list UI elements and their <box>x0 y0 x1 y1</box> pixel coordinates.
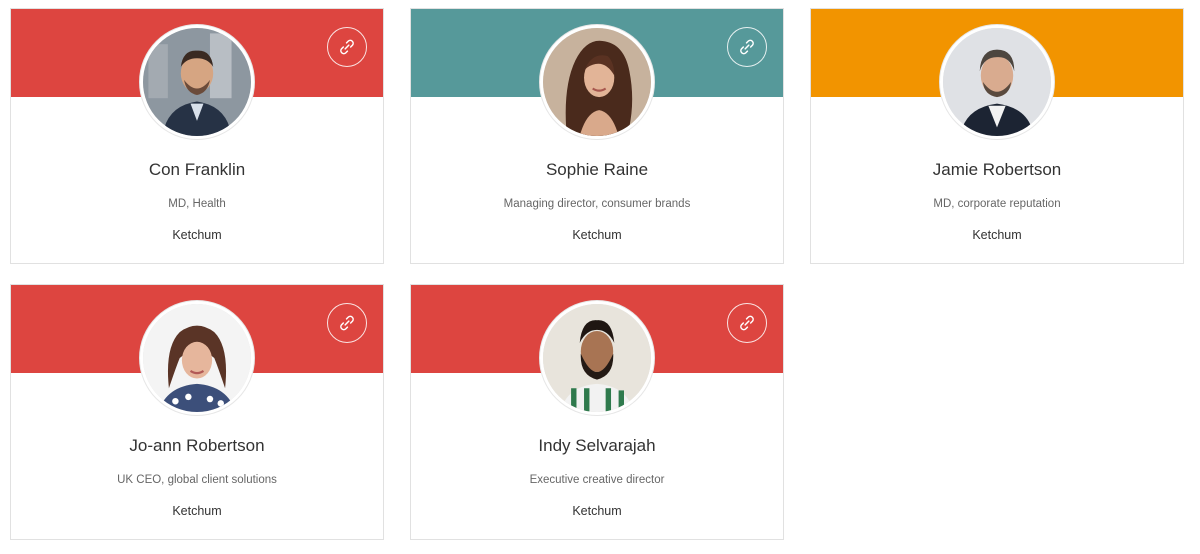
member-company: Ketchum <box>572 228 622 242</box>
avatar <box>140 301 254 415</box>
avatar <box>140 25 254 139</box>
team-card[interactable]: Con Franklin MD, Health Ketchum <box>10 8 384 264</box>
link-button[interactable] <box>727 27 767 67</box>
link-button[interactable] <box>327 303 367 343</box>
member-role: MD, Health <box>168 198 226 210</box>
avatar <box>940 25 1054 139</box>
team-card[interactable]: Jamie Robertson MD, corporate reputation… <box>810 8 1184 264</box>
member-role: UK CEO, global client solutions <box>117 474 277 486</box>
team-card[interactable]: Sophie Raine Managing director, consumer… <box>410 8 784 264</box>
team-card[interactable]: Indy Selvarajah Executive creative direc… <box>410 284 784 540</box>
member-name: Jo-ann Robertson <box>129 436 265 455</box>
member-role: Executive creative director <box>529 474 665 486</box>
member-company: Ketchum <box>972 228 1022 242</box>
link-icon <box>340 39 354 55</box>
member-name: Indy Selvarajah <box>538 436 656 455</box>
member-company: Ketchum <box>172 228 222 242</box>
link-icon <box>740 315 754 331</box>
link-icon <box>340 315 354 331</box>
member-name: Con Franklin <box>148 160 246 179</box>
link-button[interactable] <box>327 27 367 67</box>
link-icon <box>740 39 754 55</box>
member-name: Sophie Raine <box>545 160 649 179</box>
member-name: Jamie Robertson <box>932 160 1062 179</box>
avatar <box>540 25 654 139</box>
member-company: Ketchum <box>172 504 222 518</box>
member-role: Managing director, consumer brands <box>503 198 691 210</box>
team-grid: Con Franklin MD, Health Ketchum Sophie R… <box>0 0 1200 554</box>
member-company: Ketchum <box>572 504 622 518</box>
team-card[interactable]: Jo-ann Robertson UK CEO, global client s… <box>10 284 384 540</box>
avatar <box>540 301 654 415</box>
link-button[interactable] <box>727 303 767 343</box>
member-role: MD, corporate reputation <box>933 198 1061 210</box>
